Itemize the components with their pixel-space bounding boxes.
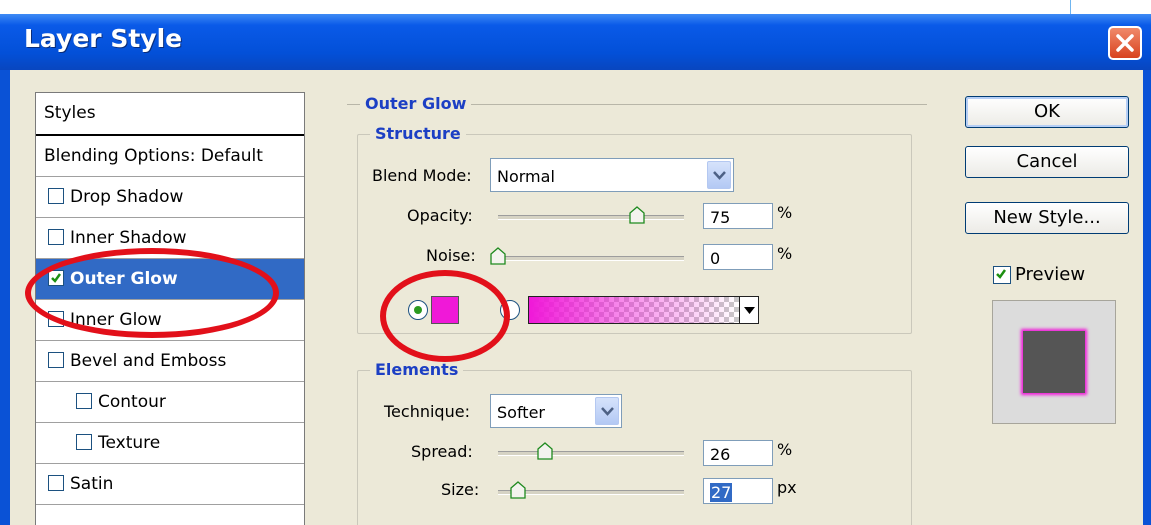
noise-slider-thumb[interactable] bbox=[490, 247, 506, 265]
list-item-label: Satin bbox=[70, 474, 114, 494]
opacity-slider-track[interactable] bbox=[498, 215, 684, 220]
triangle-down-icon bbox=[744, 307, 755, 314]
size-value: 27 bbox=[710, 483, 733, 502]
opacity-label: Opacity: bbox=[407, 206, 473, 225]
styles-header-label: Styles bbox=[44, 103, 96, 123]
texture-checkbox[interactable] bbox=[76, 434, 92, 450]
gradient-picker-button[interactable] bbox=[739, 296, 759, 324]
size-slider-thumb[interactable] bbox=[510, 481, 526, 499]
title-bar[interactable]: Layer Style bbox=[0, 14, 1151, 70]
drop-shadow-checkbox[interactable] bbox=[48, 188, 64, 204]
preview-checkbox[interactable] bbox=[993, 266, 1011, 284]
list-item-contour[interactable]: Contour bbox=[36, 382, 304, 423]
blend-mode-dropdown[interactable]: Normal bbox=[490, 158, 734, 192]
close-button[interactable] bbox=[1108, 26, 1142, 60]
color-highlight-ellipse bbox=[380, 270, 510, 362]
noise-slider-track[interactable] bbox=[498, 256, 684, 261]
size-unit: px bbox=[777, 478, 797, 497]
new-style-button[interactable]: New Style... bbox=[965, 202, 1129, 234]
technique-value: Softer bbox=[497, 403, 545, 422]
list-item-label: Contour bbox=[98, 392, 166, 412]
bevel-emboss-checkbox[interactable] bbox=[48, 352, 64, 368]
styles-list-header[interactable]: Styles bbox=[36, 93, 304, 136]
spread-slider-track[interactable] bbox=[498, 451, 684, 456]
dialog-body: Styles Blending Options: Default Drop Sh… bbox=[10, 70, 1143, 525]
effect-preview bbox=[992, 300, 1116, 424]
spread-value: 26 bbox=[710, 445, 731, 464]
spread-unit: % bbox=[777, 440, 793, 459]
noise-value: 0 bbox=[710, 249, 721, 268]
dialog-title: Layer Style bbox=[24, 24, 183, 53]
preview-label: Preview bbox=[1015, 264, 1086, 285]
inner-shadow-checkbox[interactable] bbox=[48, 229, 64, 245]
glow-gradient-bar[interactable] bbox=[528, 296, 740, 324]
noise-input[interactable]: 0 bbox=[703, 244, 773, 270]
dropdown-button[interactable] bbox=[595, 397, 619, 425]
blend-mode-label: Blend Mode: bbox=[372, 166, 472, 185]
opacity-value: 75 bbox=[710, 208, 731, 227]
noise-unit: % bbox=[777, 244, 793, 263]
technique-dropdown[interactable]: Softer bbox=[490, 394, 622, 428]
contour-checkbox[interactable] bbox=[76, 393, 92, 409]
blend-mode-value: Normal bbox=[497, 167, 555, 186]
noise-label: Noise: bbox=[426, 246, 476, 265]
ok-button[interactable]: OK bbox=[965, 96, 1129, 128]
elements-title: Elements bbox=[370, 360, 464, 379]
technique-label: Technique: bbox=[384, 402, 470, 421]
list-item-texture[interactable]: Texture bbox=[36, 423, 304, 464]
list-item-label: Bevel and Emboss bbox=[70, 351, 227, 371]
list-item-satin[interactable]: Satin bbox=[36, 464, 304, 505]
list-item-label: Inner Shadow bbox=[70, 228, 187, 248]
outer-glow-highlight-ellipse bbox=[25, 248, 279, 338]
opacity-input[interactable]: 75 bbox=[703, 203, 773, 229]
dropdown-button[interactable] bbox=[707, 161, 731, 189]
spread-label: Spread: bbox=[411, 442, 473, 461]
list-item-blending-options[interactable]: Blending Options: Default bbox=[36, 136, 304, 177]
checkmark-icon bbox=[996, 269, 1007, 279]
list-item-label: Blending Options: Default bbox=[44, 146, 263, 166]
satin-checkbox[interactable] bbox=[48, 475, 64, 491]
spread-slider-thumb[interactable] bbox=[537, 442, 553, 460]
list-item-drop-shadow[interactable]: Drop Shadow bbox=[36, 177, 304, 218]
size-label: Size: bbox=[441, 480, 480, 499]
chevron-down-icon bbox=[601, 407, 614, 416]
cancel-button[interactable]: Cancel bbox=[965, 146, 1129, 178]
opacity-slider-thumb[interactable] bbox=[629, 206, 645, 224]
opacity-unit: % bbox=[777, 203, 793, 222]
structure-title: Structure bbox=[370, 124, 466, 143]
list-item-label: Drop Shadow bbox=[70, 187, 184, 207]
outer-glow-title: Outer Glow bbox=[360, 94, 472, 113]
size-input[interactable]: 27 bbox=[703, 478, 773, 504]
layer-style-dialog: Layer Style Styles Blending Options: Def… bbox=[0, 14, 1151, 525]
chevron-down-icon bbox=[713, 171, 726, 180]
page-edge-line bbox=[1070, 0, 1071, 14]
list-item-label: Texture bbox=[98, 433, 161, 453]
close-icon bbox=[1116, 34, 1134, 52]
preview-swatch bbox=[1023, 331, 1085, 393]
list-item-bevel-emboss[interactable]: Bevel and Emboss bbox=[36, 341, 304, 382]
spread-input[interactable]: 26 bbox=[703, 440, 773, 466]
